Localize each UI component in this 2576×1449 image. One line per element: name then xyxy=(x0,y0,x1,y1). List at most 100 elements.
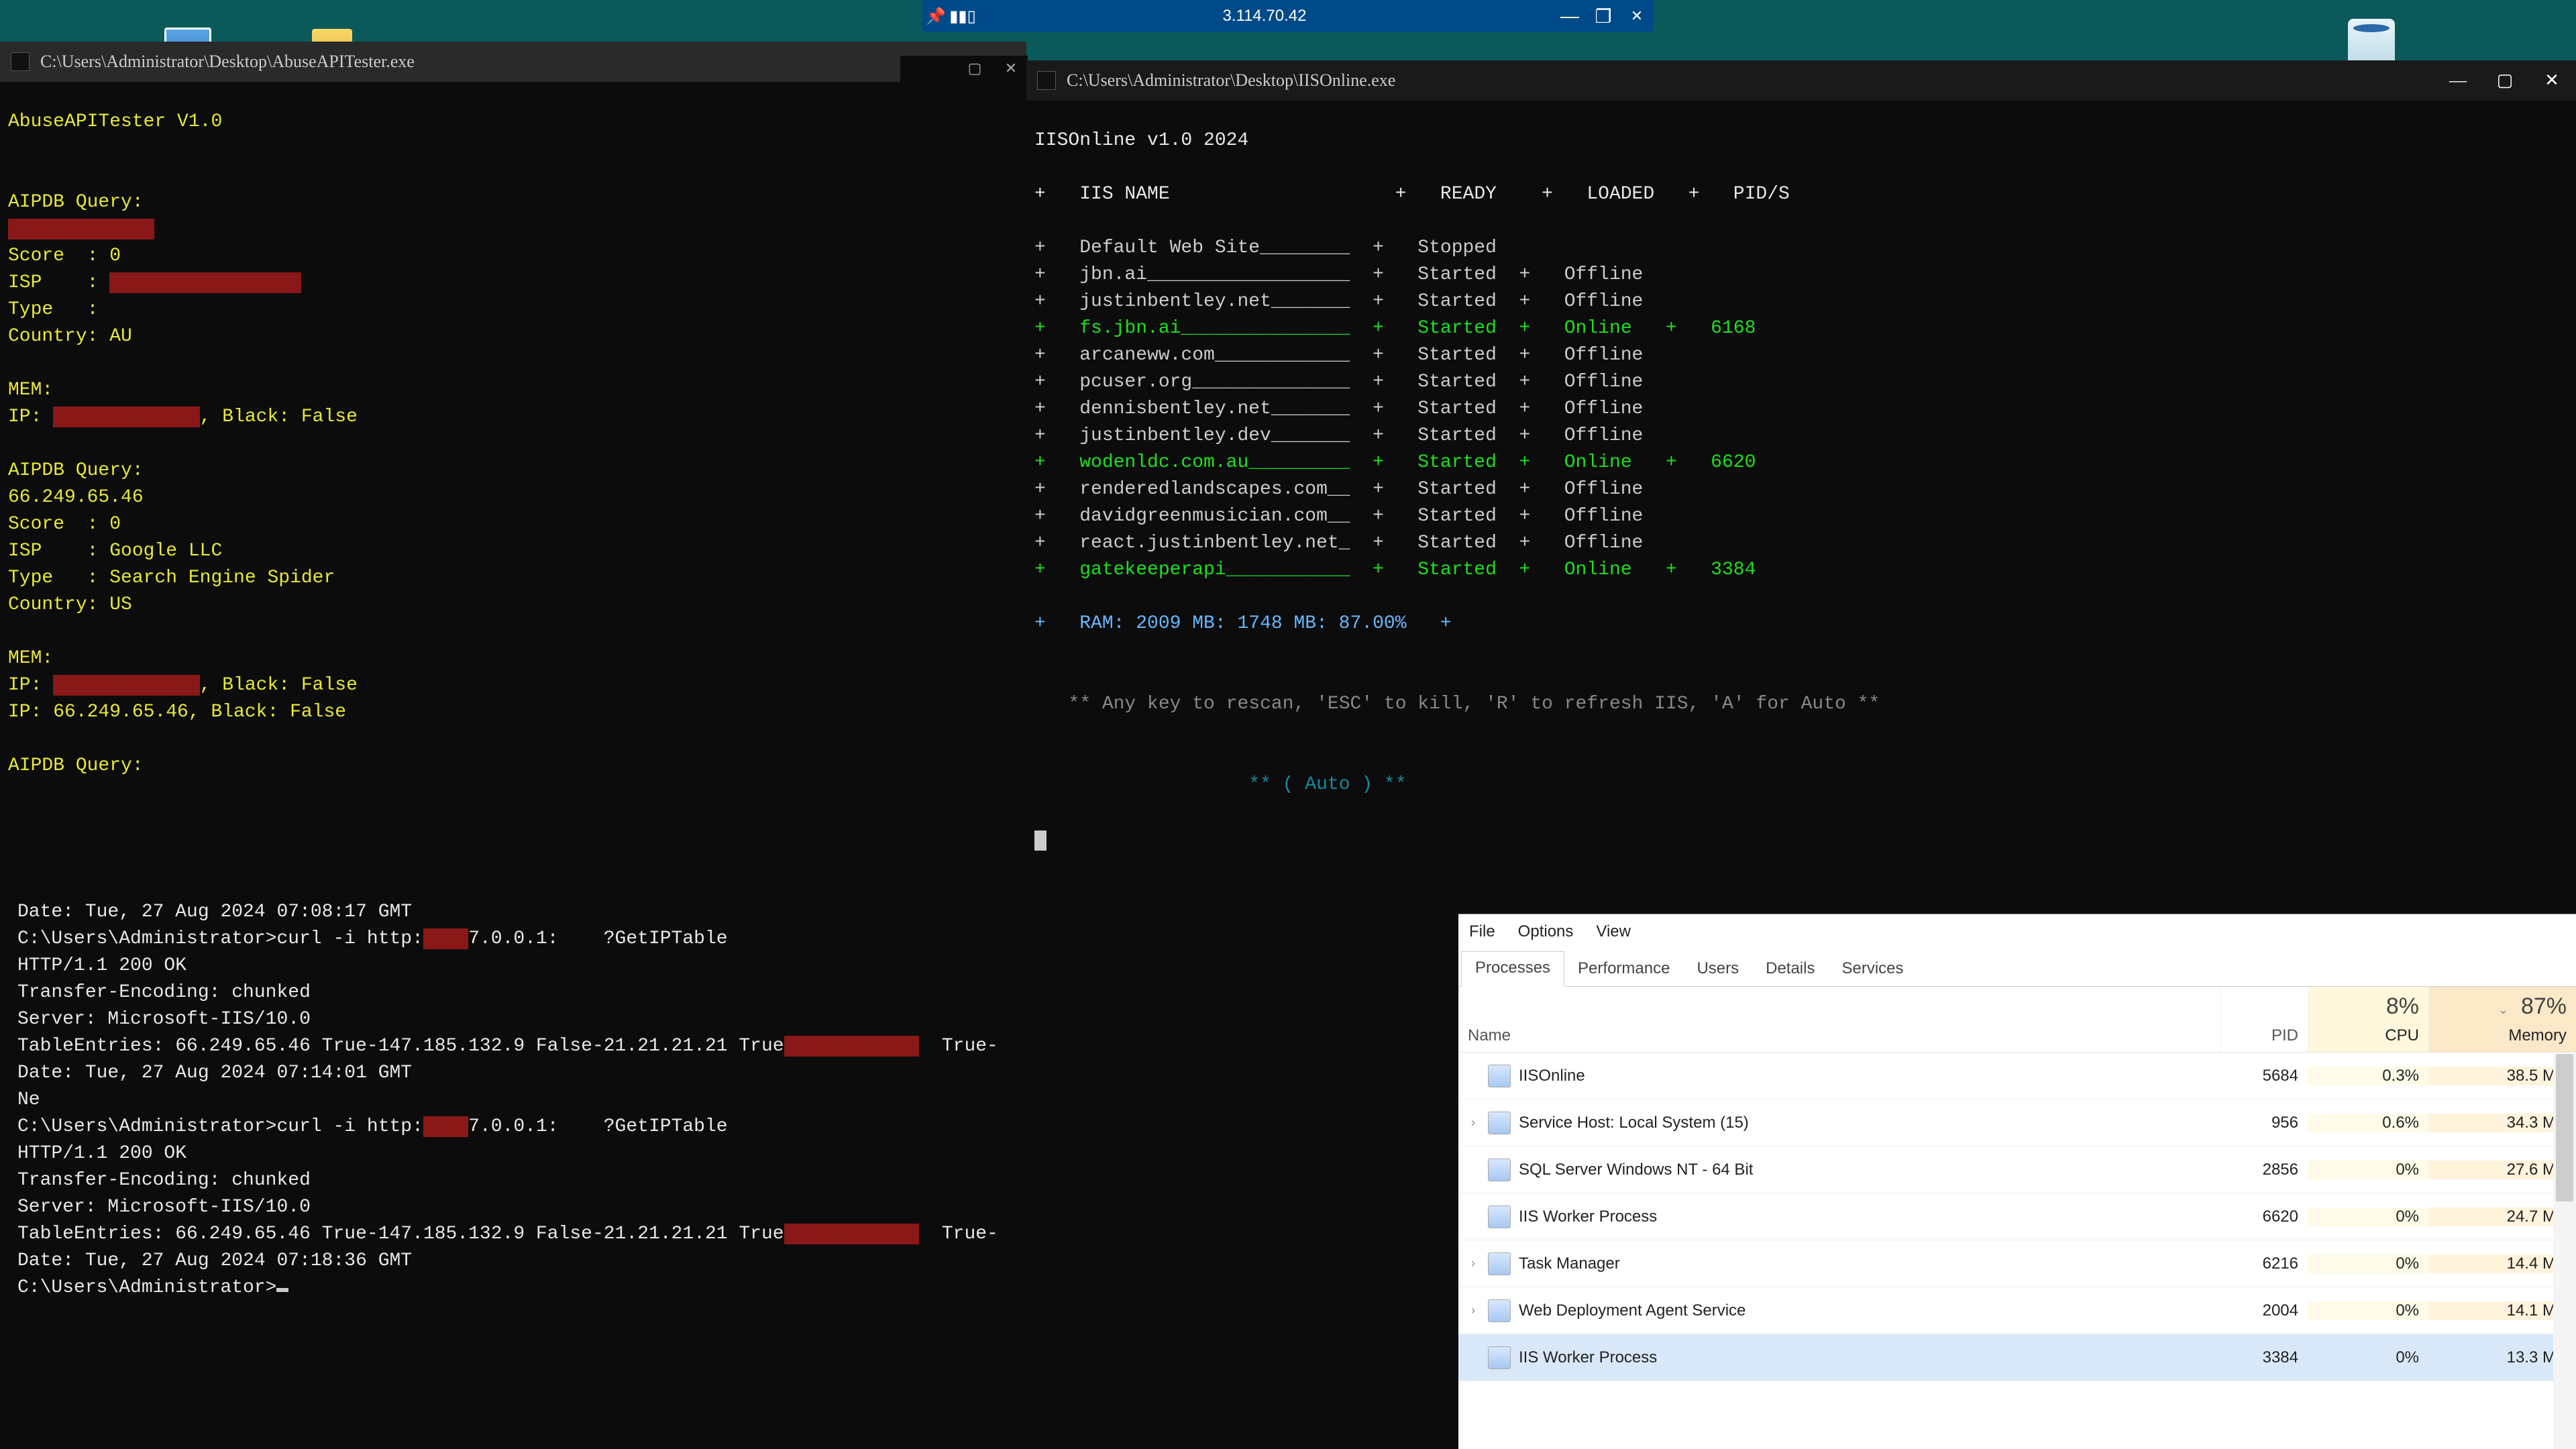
tab-details[interactable]: Details xyxy=(1752,953,1828,986)
app-icon xyxy=(1037,71,1056,90)
col-pid[interactable]: PID xyxy=(2220,987,2308,1052)
process-icon xyxy=(1488,1299,1511,1322)
terminal-line: C:\Users\Administrator>curl -i http:xxxx… xyxy=(17,926,1441,953)
process-icon xyxy=(1488,1346,1511,1369)
process-pid: 6620 xyxy=(2220,1208,2308,1226)
titlebar[interactable]: C:\Users\Administrator\Desktop\AbuseAPIT… xyxy=(0,42,1026,82)
process-pid: 6216 xyxy=(2220,1254,2308,1273)
rdp-host: 3.114.70.42 xyxy=(976,7,1553,25)
expand-icon[interactable]: › xyxy=(1458,1116,1488,1130)
column-headers[interactable]: Name PID 8% CPU ⌄ 87% Memory xyxy=(1458,987,2576,1053)
menubar[interactable]: File Options View xyxy=(1458,914,2576,949)
terminal-line: HTTP/1.1 200 OK xyxy=(17,953,1441,979)
process-cpu: 0% xyxy=(2308,1301,2428,1320)
window-title: C:\Users\Administrator\Desktop\AbuseAPIT… xyxy=(40,48,1016,75)
app-icon xyxy=(11,52,30,71)
menu-file[interactable]: File xyxy=(1469,922,1495,941)
tab-performance[interactable]: Performance xyxy=(1564,953,1683,986)
minimize-button[interactable]: — xyxy=(1553,0,1587,32)
expand-icon[interactable]: › xyxy=(1458,1256,1488,1271)
process-row[interactable]: IIS Worker Process66200%24.7 MB xyxy=(1458,1193,2576,1240)
iis-site-row: + renderedlandscapes.com__ + Started + O… xyxy=(1034,476,2568,503)
process-cpu: 0.6% xyxy=(2308,1114,2428,1132)
process-cpu: 0% xyxy=(2308,1161,2428,1179)
process-row[interactable]: IIS Worker Process33840%13.3 MB xyxy=(1458,1334,2576,1381)
pin-icon[interactable]: 📌 xyxy=(922,0,949,32)
terminal-output: Date: Tue, 27 Aug 2024 07:08:17 GMTC:\Us… xyxy=(0,896,1458,1304)
iis-site-row: + dennisbentley.net_______ + Started + O… xyxy=(1034,396,2568,423)
iis-site-row: + justinbentley.net_______ + Started + O… xyxy=(1034,288,2568,315)
cursor xyxy=(276,1288,288,1292)
process-pid: 2004 xyxy=(2220,1301,2308,1320)
process-cpu: 0.3% xyxy=(2308,1067,2428,1085)
terminal-line: C:\Users\Administrator>curl -i http:xxxx… xyxy=(17,1114,1441,1140)
titlebar[interactable]: C:\Users\Administrator\Desktop\IISOnline… xyxy=(1026,60,2576,101)
menu-view[interactable]: View xyxy=(1596,922,1631,941)
expand-icon[interactable]: › xyxy=(1458,1303,1488,1318)
task-manager[interactable]: File Options View Processes Performance … xyxy=(1458,914,2576,1449)
terminal-cmd[interactable]: Date: Tue, 27 Aug 2024 07:08:17 GMTC:\Us… xyxy=(0,896,1458,1449)
process-name: Service Host: Local System (15) xyxy=(1519,1114,1749,1132)
process-pid: 3384 xyxy=(2220,1348,2308,1367)
process-icon xyxy=(1488,1112,1511,1134)
terminal-output: AbuseAPITester V1.0 AIPDB Query: xxxxxxx… xyxy=(0,82,1026,806)
terminal-line: Date: Tue, 27 Aug 2024 07:14:01 GMT xyxy=(17,1060,1441,1087)
terminal-line: Transfer-Encoding: chunked xyxy=(17,1167,1441,1194)
cursor xyxy=(1034,830,1046,851)
iis-site-row: + fs.jbn.ai_______________ + Started + O… xyxy=(1034,315,2568,342)
iis-site-row: + davidgreenmusician.com__ + Started + O… xyxy=(1034,503,2568,530)
restore-button[interactable]: ❐ xyxy=(1587,0,1620,32)
iis-site-row: + justinbentley.dev_______ + Started + O… xyxy=(1034,423,2568,449)
iis-site-row: + pcuser.org______________ + Started + O… xyxy=(1034,369,2568,396)
process-icon xyxy=(1488,1205,1511,1228)
process-row[interactable]: SQL Server Windows NT - 64 Bit28560%27.6… xyxy=(1458,1146,2576,1193)
process-icon xyxy=(1488,1159,1511,1181)
scrollbar[interactable] xyxy=(2553,1054,2576,1449)
process-name: SQL Server Windows NT - 64 Bit xyxy=(1519,1161,1753,1179)
iis-site-row: + jbn.ai__________________ + Started + O… xyxy=(1034,262,2568,288)
close-button[interactable]: ✕ xyxy=(2538,67,2565,94)
rdp-connection-bar[interactable]: 📌 ▮▮▯ 3.114.70.42 — ❐ ✕ xyxy=(922,0,1654,32)
process-name: IISOnline xyxy=(1519,1067,1585,1085)
process-cpu: 0% xyxy=(2308,1348,2428,1367)
menu-options[interactable]: Options xyxy=(1518,922,1574,941)
tab-services[interactable]: Services xyxy=(1828,953,1917,986)
maximize-button[interactable]: ▢ xyxy=(2491,67,2518,94)
terminal-line: Server: Microsoft-IIS/10.0 xyxy=(17,1194,1441,1221)
terminal-line: Server: Microsoft-IIS/10.0 xyxy=(17,1006,1441,1033)
process-pid: 5684 xyxy=(2220,1067,2308,1085)
tab-users[interactable]: Users xyxy=(1683,953,1752,986)
terminal-line: Ne xyxy=(17,1087,1441,1114)
iis-site-row: + Default Web Site________ + Stopped xyxy=(1034,235,2568,262)
background-window-controls: ▢✕ xyxy=(900,56,1028,85)
chevron-down-icon: ⌄ xyxy=(2498,1003,2508,1016)
tab-processes[interactable]: Processes xyxy=(1461,951,1564,987)
process-row[interactable]: ›Web Deployment Agent Service20040%14.1 … xyxy=(1458,1287,2576,1334)
col-name[interactable]: Name xyxy=(1458,987,2220,1052)
terminal-line: Transfer-Encoding: chunked xyxy=(17,979,1441,1006)
close-button[interactable]: ✕ xyxy=(1620,0,1654,32)
terminal-line: TableEntries: 66.249.65.46 True-147.185.… xyxy=(17,1221,1441,1248)
terminal-line: Date: Tue, 27 Aug 2024 07:18:36 GMT xyxy=(17,1248,1441,1275)
process-cpu: 0% xyxy=(2308,1254,2428,1273)
iis-site-row: + wodenldc.com.au_________ + Started + O… xyxy=(1034,449,2568,476)
terminal-line: C:\Users\Administrator> xyxy=(17,1275,1441,1301)
col-cpu[interactable]: 8% CPU xyxy=(2308,987,2428,1052)
terminal-line: TableEntries: 66.249.65.46 True-147.185.… xyxy=(17,1033,1441,1060)
process-name: IIS Worker Process xyxy=(1519,1208,1657,1226)
col-memory[interactable]: ⌄ 87% Memory xyxy=(2428,987,2576,1052)
process-name: Web Deployment Agent Service xyxy=(1519,1301,1746,1320)
iis-site-row: + react.justinbentley.net_ + Started + O… xyxy=(1034,530,2568,557)
process-row[interactable]: ›Task Manager62160%14.4 MB xyxy=(1458,1240,2576,1287)
process-icon xyxy=(1488,1065,1511,1087)
process-name: IIS Worker Process xyxy=(1519,1348,1657,1367)
terminal-iisonline[interactable]: C:\Users\Administrator\Desktop\IISOnline… xyxy=(1026,60,2576,924)
minimize-button[interactable]: — xyxy=(2445,67,2471,94)
window-title: C:\Users\Administrator\Desktop\IISOnline… xyxy=(1067,67,2445,94)
process-row[interactable]: ›Service Host: Local System (15)9560.6%3… xyxy=(1458,1099,2576,1146)
terminal-abuseapitester[interactable]: C:\Users\Administrator\Desktop\AbuseAPIT… xyxy=(0,42,1026,900)
process-row[interactable]: IISOnline56840.3%38.5 MB xyxy=(1458,1053,2576,1099)
scrollbar-thumb[interactable] xyxy=(2556,1054,2573,1201)
tabbar[interactable]: Processes Performance Users Details Serv… xyxy=(1458,949,2576,987)
process-name: Task Manager xyxy=(1519,1254,1620,1273)
